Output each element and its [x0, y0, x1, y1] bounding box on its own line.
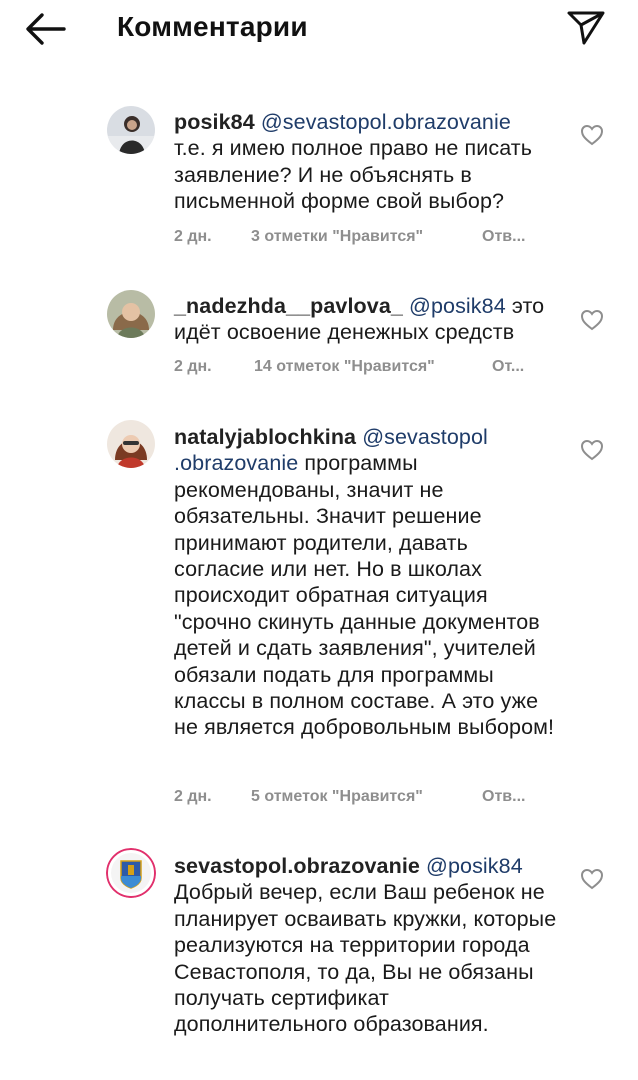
comment-message: Добрый вечер, если Ваш ребенок не планир… — [174, 880, 557, 1037]
send-paper-plane-icon[interactable] — [566, 9, 606, 47]
comment-likes[interactable]: 5 отметок "Нравится" — [251, 788, 423, 806]
avatar[interactable] — [107, 290, 155, 338]
reply-button[interactable]: От... — [492, 358, 524, 376]
comment-username[interactable]: natalyjablochkina — [174, 425, 356, 449]
comment-text: sevastopol.obrazovanie @posik84 Добрый в… — [174, 853, 564, 1038]
top-bar: Комментарии — [0, 0, 638, 56]
heart-icon[interactable] — [580, 868, 604, 890]
avatar[interactable] — [107, 106, 155, 154]
comment-message: программы рекомендованы, значит не обяза… — [174, 451, 555, 740]
reply-button[interactable]: Отв... — [482, 788, 525, 806]
comment-age: 2 дн. — [174, 228, 212, 245]
comment-mention[interactable]: @sevastopol.obrazovanie — [261, 110, 511, 134]
comment-username[interactable]: posik84 — [174, 110, 255, 134]
comment-age: 2 дн. — [174, 358, 212, 375]
avatar[interactable] — [106, 848, 156, 898]
avatar[interactable] — [107, 420, 155, 468]
comment-username[interactable]: _nadezhda__pavlova_ — [174, 294, 403, 318]
comment-likes[interactable]: 14 отметок "Нравится" — [254, 358, 435, 376]
comment-mention[interactable]: @posik84 — [426, 854, 523, 878]
heart-icon[interactable] — [580, 439, 604, 461]
comment-username[interactable]: sevastopol.obrazovanie — [174, 854, 420, 878]
heart-icon[interactable] — [580, 309, 604, 331]
page-title: Комментарии — [117, 11, 308, 42]
heart-icon[interactable] — [580, 124, 604, 146]
comment-text: _nadezhda__pavlova_ @posik84 это идёт ос… — [174, 293, 564, 346]
comment-text: posik84 @sevastopol.obrazovanie т.е. я и… — [174, 109, 564, 215]
arrow-left-icon[interactable] — [24, 12, 68, 46]
comment-text: natalyjablochkina @sevastopol .obrazovan… — [174, 424, 564, 741]
comment-mention[interactable]: @posik84 — [409, 294, 506, 318]
comment-age: 2 дн. — [174, 788, 212, 805]
comment-likes[interactable]: 3 отметки "Нравится" — [251, 228, 423, 246]
reply-button[interactable]: Отв... — [482, 228, 525, 246]
comment-message: т.е. я имею полное право не писать заявл… — [174, 136, 533, 214]
